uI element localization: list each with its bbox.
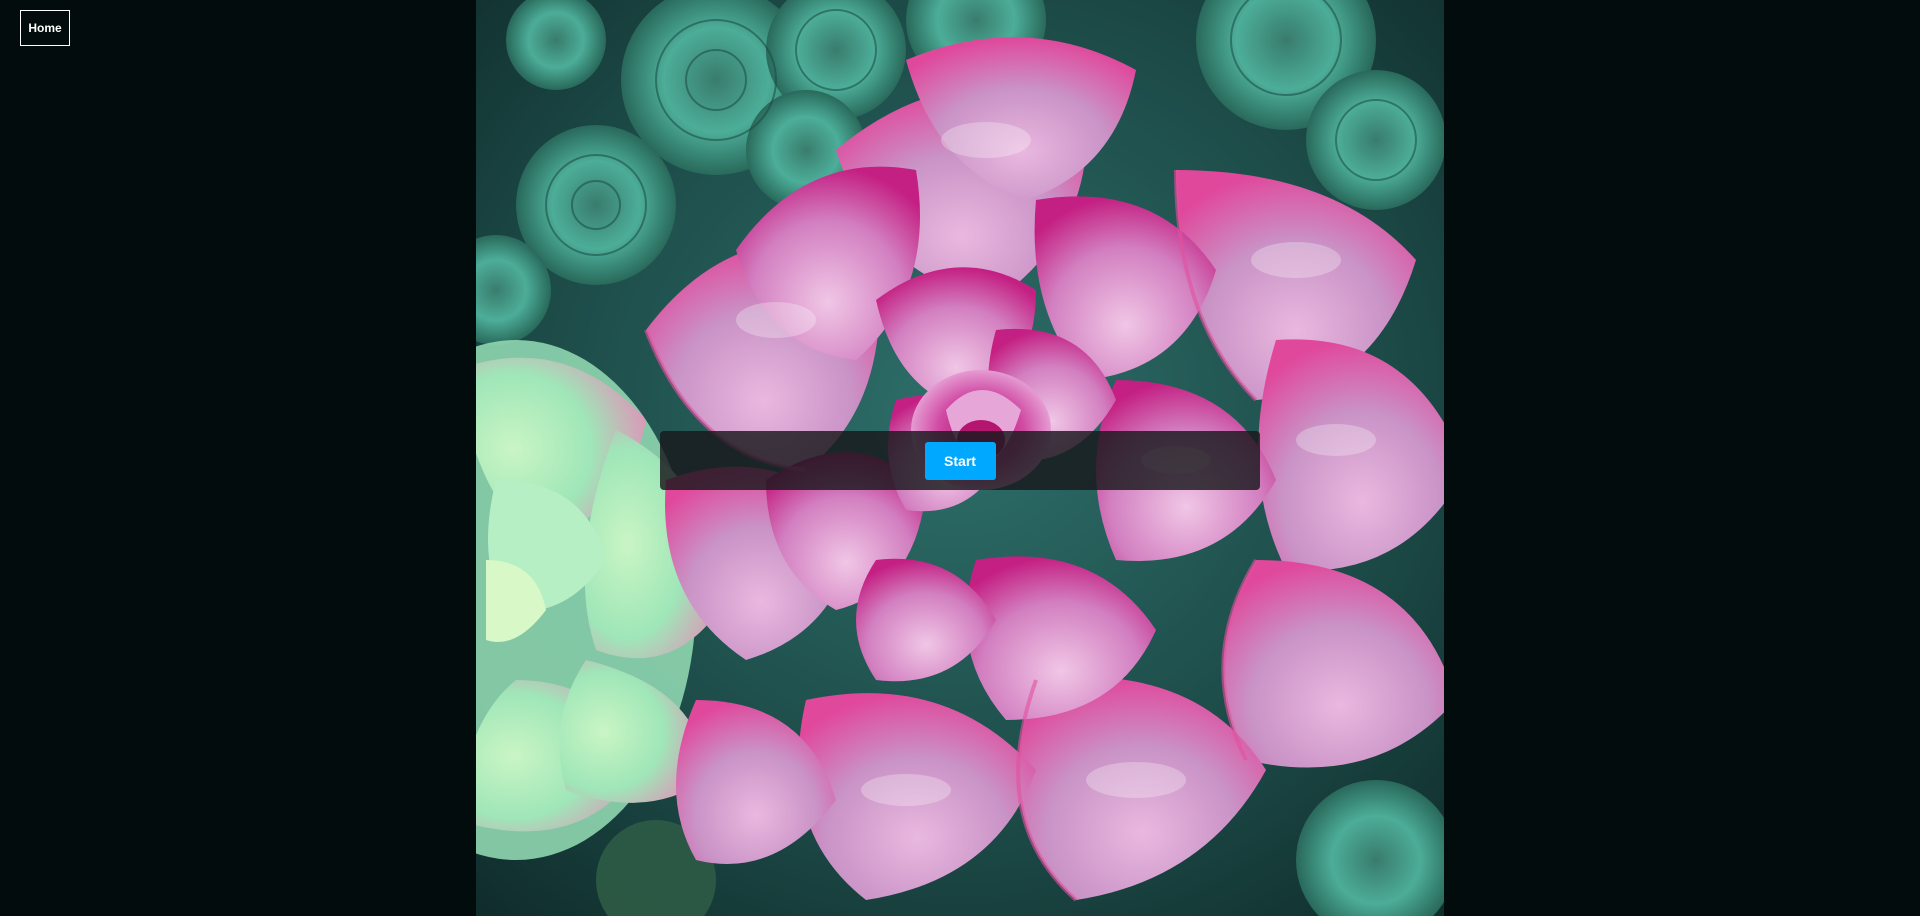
- start-button[interactable]: Start: [924, 441, 996, 480]
- game-stage: Home Start: [0, 0, 1920, 916]
- home-button[interactable]: Home: [20, 10, 70, 46]
- start-overlay-bar: Start: [660, 431, 1260, 490]
